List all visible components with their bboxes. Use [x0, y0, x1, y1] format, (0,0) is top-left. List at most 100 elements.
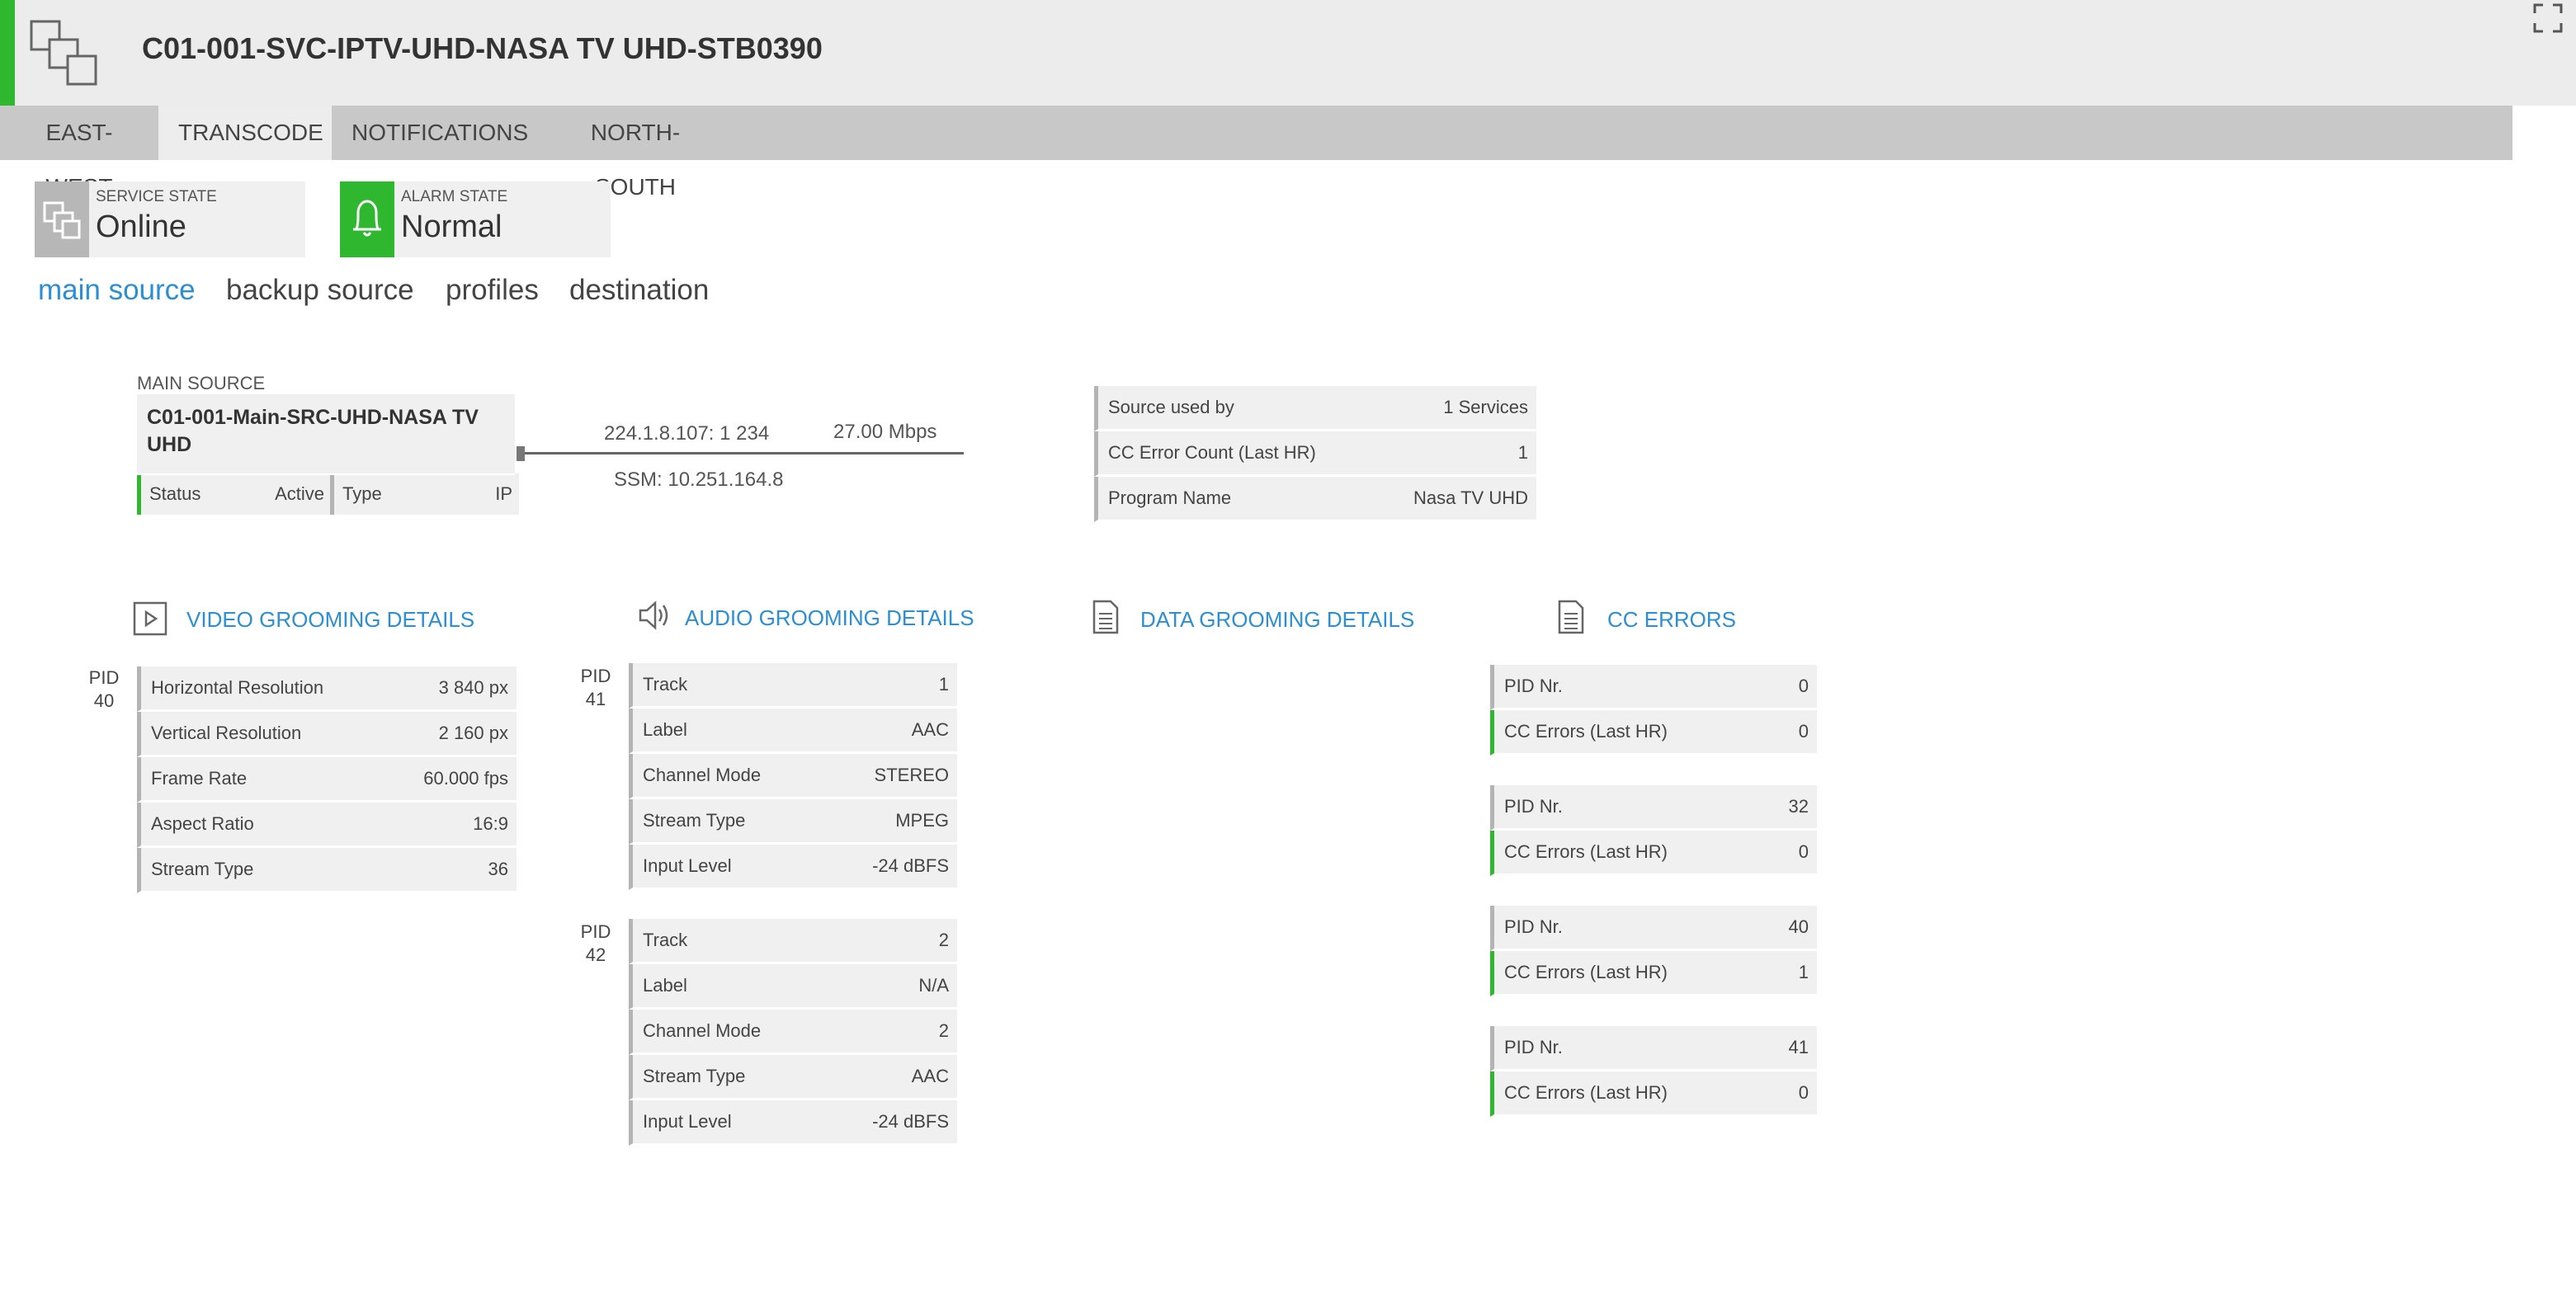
subnav-profiles[interactable]: profiles	[446, 274, 539, 307]
alarm-state-value: Normal	[401, 210, 502, 244]
row-key: CC Errors (Last HR)	[1504, 721, 1668, 742]
table-row: Stream Type AAC	[629, 1055, 957, 1100]
row-value: 16:9	[473, 813, 508, 834]
row-key: CC Errors (Last HR)	[1504, 962, 1668, 982]
cc-error-group-3: PID Nr. 40 CC Errors (Last HR) 1	[1490, 906, 1817, 996]
fullscreen-icon[interactable]	[2531, 2, 2564, 35]
table-row: Label AAC	[629, 709, 957, 754]
main-source-name: C01-001-Main-SRC-UHD-NASA TV UHD	[147, 406, 479, 456]
row-value: -24 dBFS	[872, 1111, 949, 1132]
header-bar: C01-001-SVC-IPTV-UHD-NASA TV UHD-STB0390	[0, 0, 2576, 106]
row-value: 3 840 px	[438, 677, 508, 698]
audio-pid-label-2: PID 42	[579, 921, 612, 967]
row-key: Stream Type	[151, 859, 254, 879]
row-key: Program Name	[1108, 487, 1232, 508]
row-value: 1	[1517, 442, 1528, 463]
table-row: Stream Type MPEG	[629, 799, 957, 845]
row-value: 0	[1798, 676, 1809, 696]
tab-east-west[interactable]: EAST-WEST	[0, 106, 158, 200]
row-value: 1	[1798, 962, 1809, 982]
tab-north-south[interactable]: NORTH-SOUTH	[535, 106, 736, 200]
cc-errors-title[interactable]: CC ERRORS	[1607, 607, 1736, 633]
table-row: Horizontal Resolution 3 840 px	[137, 666, 517, 712]
subnav-main-source[interactable]: main source	[38, 274, 196, 307]
row-value: 2 160 px	[438, 723, 508, 743]
table-row: Vertical Resolution 2 160 px	[137, 712, 517, 757]
type-value: IP	[495, 483, 512, 504]
row-value: MPEG	[895, 810, 949, 831]
row-key: Source used by	[1108, 397, 1234, 417]
source-ssm: SSM: 10.251.164.8	[614, 469, 784, 491]
service-state-icon-box	[35, 181, 89, 257]
row-key: Frame Rate	[151, 768, 248, 789]
row-key: PID Nr.	[1504, 1037, 1563, 1057]
cc-error-group-2: PID Nr. 32 CC Errors (Last HR) 0	[1490, 785, 1817, 876]
audio-pid-label-1: PID 41	[579, 665, 612, 711]
source-address: 224.1.8.107: 1 234	[604, 422, 770, 445]
row-key: Channel Mode	[643, 1020, 762, 1041]
table-row: Program Name Nasa TV UHD	[1094, 477, 1536, 522]
alarm-state-label: ALARM STATE	[401, 188, 508, 205]
main-source-box[interactable]: C01-001-Main-SRC-UHD-NASA TV UHD Status …	[137, 394, 519, 515]
table-row: CC Errors (Last HR) 0	[1490, 710, 1817, 756]
table-row: CC Errors (Last HR) 0	[1490, 1071, 1817, 1117]
service-state-value: Online	[96, 210, 186, 244]
row-value: AAC	[911, 719, 949, 740]
page-title: C01-001-SVC-IPTV-UHD-NASA TV UHD-STB0390	[142, 31, 823, 65]
row-value: -24 dBFS	[872, 855, 949, 876]
row-key: Track	[643, 930, 688, 950]
source-connection-line	[518, 452, 964, 454]
row-value: 36	[488, 859, 508, 879]
tab-bar: EAST-WEST TRANSCODE NOTIFICATIONS NORTH-…	[0, 106, 2512, 200]
row-value: 2	[938, 930, 949, 950]
cc-error-group-4: PID Nr. 41 CC Errors (Last HR) 0	[1490, 1026, 1817, 1117]
bell-icon	[353, 200, 381, 237]
cc-error-group-1: PID Nr. 0 CC Errors (Last HR) 0	[1490, 665, 1817, 756]
tab-transcode[interactable]: TRANSCODE	[158, 106, 332, 160]
row-value: 60.000 fps	[423, 768, 508, 789]
data-grooming-title[interactable]: DATA GROOMING DETAILS	[1140, 607, 1414, 633]
table-row: Source used by 1 Services	[1094, 386, 1536, 431]
pid-number: 40	[93, 690, 115, 711]
main-source-label: MAIN SOURCE	[137, 373, 266, 393]
row-key: CC Errors (Last HR)	[1504, 1082, 1668, 1103]
row-value: 0	[1798, 721, 1809, 742]
subnav-destination[interactable]: destination	[569, 274, 709, 307]
row-key: PID Nr.	[1504, 676, 1563, 696]
service-state-label: SERVICE STATE	[96, 188, 217, 205]
table-row: Input Level -24 dBFS	[629, 1100, 957, 1146]
table-row: PID Nr. 41	[1490, 1026, 1817, 1071]
row-value: AAC	[911, 1066, 949, 1086]
row-key: Track	[643, 674, 688, 695]
divider	[137, 473, 515, 475]
table-row: CC Errors (Last HR) 1	[1490, 951, 1817, 996]
service-state-card: SERVICE STATE Online	[35, 181, 305, 257]
pid-number: 41	[585, 689, 606, 709]
service-stack-icon	[30, 20, 97, 86]
row-value: 40	[1788, 916, 1809, 937]
tab-notifications[interactable]: NOTIFICATIONS	[332, 106, 535, 160]
audio-grooming-title[interactable]: AUDIO GROOMING DETAILS	[685, 605, 974, 631]
row-key: PID Nr.	[1504, 916, 1563, 937]
row-value: N/A	[918, 975, 949, 996]
table-row: Frame Rate 60.000 fps	[137, 757, 517, 803]
row-key: Aspect Ratio	[151, 813, 254, 834]
table-row: CC Error Count (Last HR) 1	[1094, 431, 1536, 477]
table-row: PID Nr. 40	[1490, 906, 1817, 951]
row-key: CC Errors (Last HR)	[1504, 841, 1668, 862]
row-key: Horizontal Resolution	[151, 677, 324, 698]
row-value: Nasa TV UHD	[1413, 487, 1528, 508]
video-pid-label: PID 40	[87, 666, 120, 713]
type-label: Type	[342, 483, 382, 504]
video-grooming-title[interactable]: VIDEO GROOMING DETAILS	[186, 607, 474, 633]
main-source-type: Type IP	[330, 473, 519, 515]
source-bitrate: 27.00 Mbps	[833, 421, 937, 443]
video-play-icon	[133, 601, 167, 636]
row-key: PID Nr.	[1504, 796, 1563, 817]
pid-number: 42	[585, 944, 606, 965]
subnav-backup-source[interactable]: backup source	[226, 274, 414, 307]
table-row: CC Errors (Last HR) 0	[1490, 831, 1817, 876]
row-key: CC Error Count (Last HR)	[1108, 442, 1316, 463]
row-key: Channel Mode	[643, 765, 762, 785]
speaker-icon	[639, 600, 668, 630]
